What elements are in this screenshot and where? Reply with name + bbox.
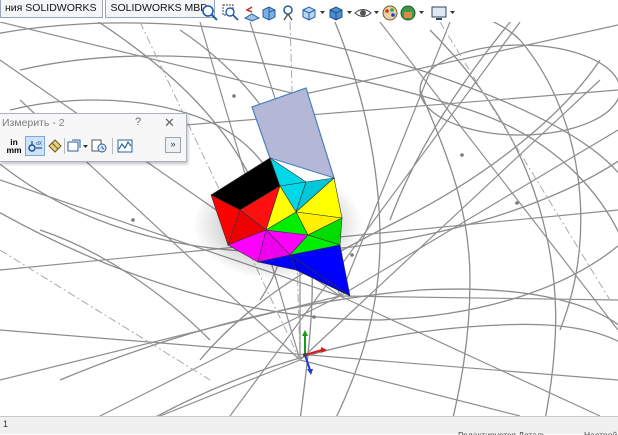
projection-button[interactable] bbox=[66, 136, 82, 156]
history-icon bbox=[91, 139, 107, 153]
svg-text:dX: dX bbox=[36, 141, 43, 147]
sensor-icon bbox=[117, 139, 133, 153]
panel-title: Измерить - 2 bbox=[2, 117, 65, 129]
chevron-down-icon[interactable] bbox=[419, 10, 424, 15]
status-edit-mode: Редактируется Деталь bbox=[458, 430, 547, 435]
expand-button[interactable]: » bbox=[165, 137, 181, 153]
edit-appearance-icon[interactable] bbox=[381, 4, 399, 22]
measure-xyz-icon: dX bbox=[28, 141, 43, 152]
apply-scene-icon[interactable] bbox=[399, 4, 417, 22]
measure-panel: Измерить - 2 ? ✕ in mm dX » bbox=[0, 113, 187, 162]
display-style-icon[interactable] bbox=[327, 4, 345, 22]
model-view[interactable] bbox=[0, 22, 618, 416]
chevron-down-icon[interactable] bbox=[450, 10, 455, 15]
tab-solidworks-addins[interactable]: ния SOLIDWORKS bbox=[0, 0, 104, 18]
view-orientation-icon[interactable] bbox=[300, 4, 318, 22]
previous-view-icon[interactable] bbox=[243, 4, 261, 22]
chevron-down-icon[interactable] bbox=[320, 10, 325, 15]
dynamic-annotation-icon[interactable] bbox=[279, 4, 297, 22]
chevron-down-icon[interactable] bbox=[374, 10, 379, 15]
projection-icon bbox=[67, 139, 81, 152]
chevron-down-icon[interactable] bbox=[347, 10, 352, 15]
document-tabs: ния SOLIDWORKS SOLIDWORKS MBD bbox=[0, 0, 215, 18]
point-to-point-button[interactable]: dX bbox=[25, 136, 45, 156]
zoom-to-fit-icon[interactable] bbox=[201, 4, 219, 22]
measure-history-button[interactable] bbox=[90, 136, 108, 156]
status-bar: 1 Редактируется Деталь Настрой bbox=[0, 416, 618, 435]
heads-up-view-toolbar bbox=[198, 2, 618, 24]
view-settings-icon[interactable] bbox=[430, 4, 448, 22]
status-customize[interactable]: Настрой bbox=[584, 430, 617, 435]
chevron-down-icon[interactable] bbox=[83, 144, 88, 149]
graphics-area[interactable] bbox=[0, 22, 618, 416]
page-number: 1 bbox=[3, 419, 9, 429]
zoom-area-icon[interactable] bbox=[222, 4, 240, 22]
ruler-icon bbox=[48, 139, 62, 153]
hide-show-items-icon[interactable] bbox=[354, 4, 372, 22]
show-xyz-button[interactable] bbox=[47, 136, 63, 156]
separator bbox=[112, 138, 113, 154]
help-button[interactable]: ? bbox=[135, 116, 141, 128]
create-sensor-button[interactable] bbox=[116, 136, 134, 156]
section-view-icon[interactable] bbox=[260, 4, 278, 22]
separator bbox=[64, 138, 65, 154]
units-precision-button[interactable]: in mm bbox=[5, 136, 23, 156]
close-button[interactable]: ✕ bbox=[164, 115, 175, 131]
